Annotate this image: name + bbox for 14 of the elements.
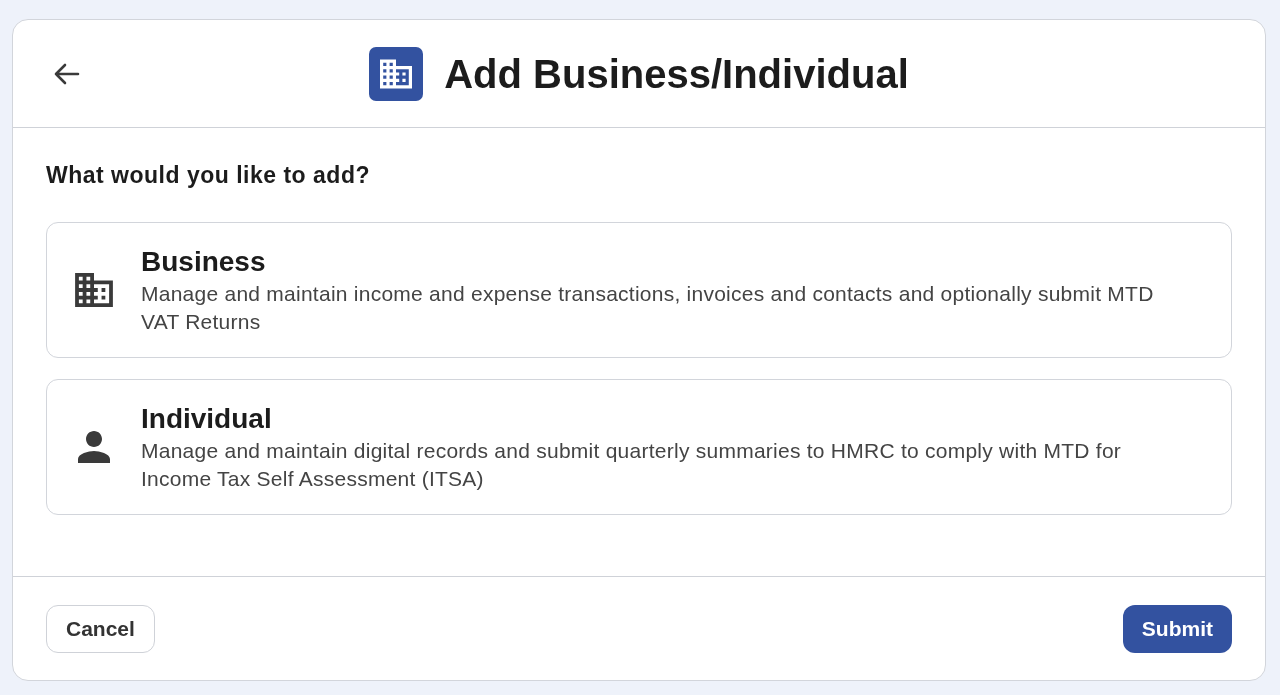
back-arrow-icon — [54, 62, 80, 85]
cancel-button[interactable]: Cancel — [46, 604, 155, 653]
option-title: Individual — [141, 402, 272, 436]
building-icon — [75, 273, 113, 307]
person-icon — [78, 431, 110, 463]
dialog-title: Add Business/Individual — [444, 50, 909, 98]
question-label: What would you like to add? — [46, 161, 371, 189]
option-card[interactable]: Business Manage and maintain income and expense transactions, invoices and contacts and optionally submit MTD VAT Returns — [46, 222, 1232, 358]
option-description: Manage and maintain digital records and submit quarterly summaries to HMRC to comply with MTD for Income Tax Self Assessment (ITSA) — [141, 438, 1123, 492]
option-title: Business — [141, 245, 266, 279]
submit-button[interactable]: Submit — [1122, 604, 1232, 653]
option-card[interactable]: Individual Manage and maintain digital records and submit quarterly summaries to HMRC to comply with MTD for Income Tax Self Assessment (ITSA) — [46, 379, 1232, 515]
option-description: Manage and maintain income and expense transactions, invoices and contacts and optionally submit MTD VAT Returns — [141, 281, 1155, 335]
building-icon — [369, 46, 424, 101]
